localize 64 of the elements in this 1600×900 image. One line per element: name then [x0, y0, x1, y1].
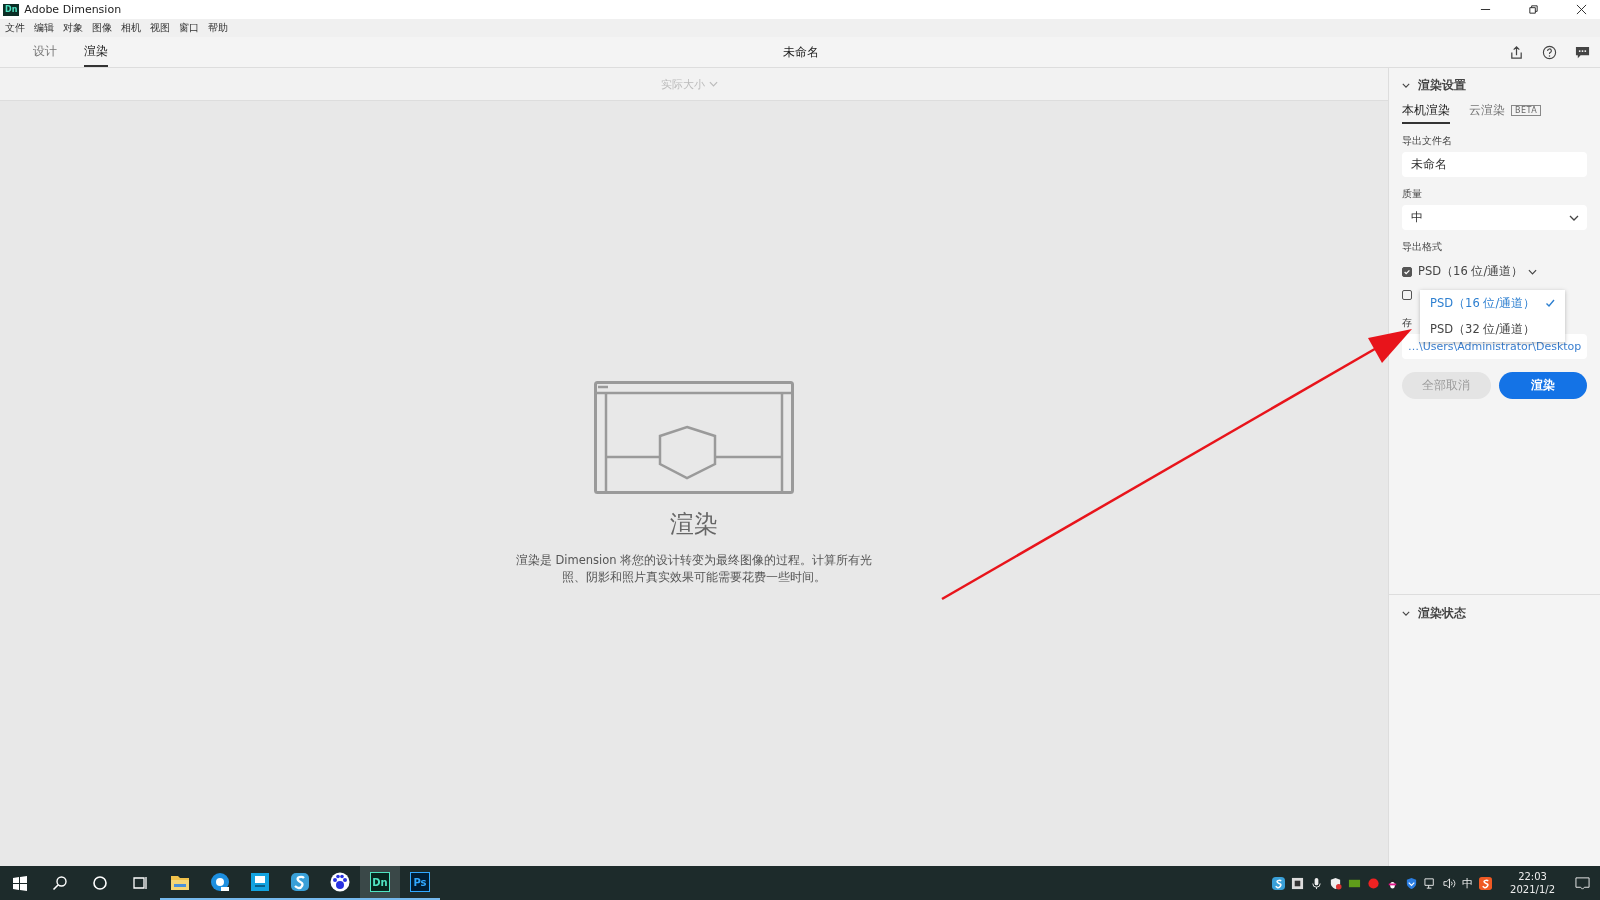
app-logo: Dn: [370, 872, 390, 892]
menu-item[interactable]: 窗口: [179, 21, 199, 35]
input-method-indicator[interactable]: 中: [1462, 875, 1474, 891]
file-name-field[interactable]: 未命名: [1402, 152, 1587, 177]
menu-item[interactable]: 编辑: [34, 21, 54, 35]
app-logo: Dn: [3, 3, 20, 16]
chevron-down-icon: [1569, 214, 1579, 221]
search-icon[interactable]: [52, 875, 68, 891]
section-header[interactable]: 渲染状态: [1402, 604, 1587, 622]
square-icon[interactable]: [1291, 876, 1305, 890]
chevron-down-icon: [708, 81, 718, 87]
task-view-icon[interactable]: [132, 875, 148, 891]
taskbar-app[interactable]: Ps: [400, 866, 440, 900]
chat-icon[interactable]: [1575, 44, 1590, 60]
menu-item[interactable]: 视图: [150, 21, 170, 35]
document-title: 未命名: [783, 43, 819, 61]
s-shaped-icon[interactable]: [1272, 876, 1286, 890]
app-logo: Ps: [410, 872, 430, 892]
menu-item[interactable]: 帮助: [208, 21, 228, 35]
record-icon[interactable]: [1367, 876, 1381, 890]
browser-icon: [210, 872, 230, 892]
empty-state-heading: 渲染: [670, 509, 718, 540]
notification-icon[interactable]: [1575, 875, 1590, 891]
empty-state-description: 渲染是 Dimension 将您的设计转变为最终图像的过程。计算所有光照、阴影和照片真实效果可能需要花费一些时间。: [514, 552, 874, 586]
start-icon[interactable]: [12, 875, 28, 891]
chevron-down-icon: [1528, 268, 1538, 275]
taskbar-app[interactable]: Dn: [360, 866, 400, 900]
field-label: 质量: [1402, 187, 1423, 201]
clock-date[interactable]: 2021/1/2: [1510, 883, 1555, 896]
paw-icon: [330, 872, 350, 892]
s-shaped-icon[interactable]: [1479, 876, 1493, 890]
render-tab[interactable]: 本机渲染: [1402, 102, 1450, 124]
shield-icon[interactable]: [1405, 876, 1419, 890]
help-icon[interactable]: [1542, 44, 1557, 60]
share-icon[interactable]: [1509, 44, 1524, 60]
chevron-down-icon: [1402, 82, 1410, 88]
quality-dropdown[interactable]: 中: [1402, 205, 1587, 230]
menu-item[interactable]: 图像: [92, 21, 112, 35]
board-icon: [250, 872, 270, 892]
restore-icon[interactable]: [1528, 4, 1539, 15]
menu-option[interactable]: PSD（16 位/通道）: [1420, 290, 1565, 316]
window-title: Adobe Dimension: [24, 3, 122, 16]
microphone-icon[interactable]: [1310, 876, 1324, 890]
format-dropdown[interactable]: PSD（16 位/通道）: [1418, 264, 1538, 279]
close-icon[interactable]: [1576, 4, 1587, 15]
menu-item[interactable]: 文件: [5, 21, 25, 35]
chevron-down-icon: [1402, 610, 1410, 616]
mode-tab[interactable]: 设计: [33, 37, 57, 67]
speaker-icon[interactable]: [1443, 876, 1457, 890]
field-label: 存: [1402, 316, 1412, 330]
shield-icon[interactable]: [1329, 876, 1343, 890]
render-button[interactable]: 渲染: [1498, 372, 1587, 399]
menu-item[interactable]: 对象: [63, 21, 83, 35]
menu-item[interactable]: 相机: [121, 21, 141, 35]
field-label: 导出格式: [1402, 240, 1443, 254]
render-tab[interactable]: 云渲染 BETA: [1469, 102, 1542, 124]
circle-icon[interactable]: [92, 875, 108, 891]
checkbox[interactable]: [1402, 266, 1412, 277]
checkmark-icon: [1545, 298, 1555, 308]
section-header[interactable]: 渲染设置: [1402, 76, 1587, 94]
s-shaped-icon: [290, 872, 310, 892]
checkbox[interactable]: [1402, 289, 1412, 300]
clock-time[interactable]: 22:03: [1518, 870, 1547, 883]
field-label: 导出文件名: [1402, 134, 1453, 148]
